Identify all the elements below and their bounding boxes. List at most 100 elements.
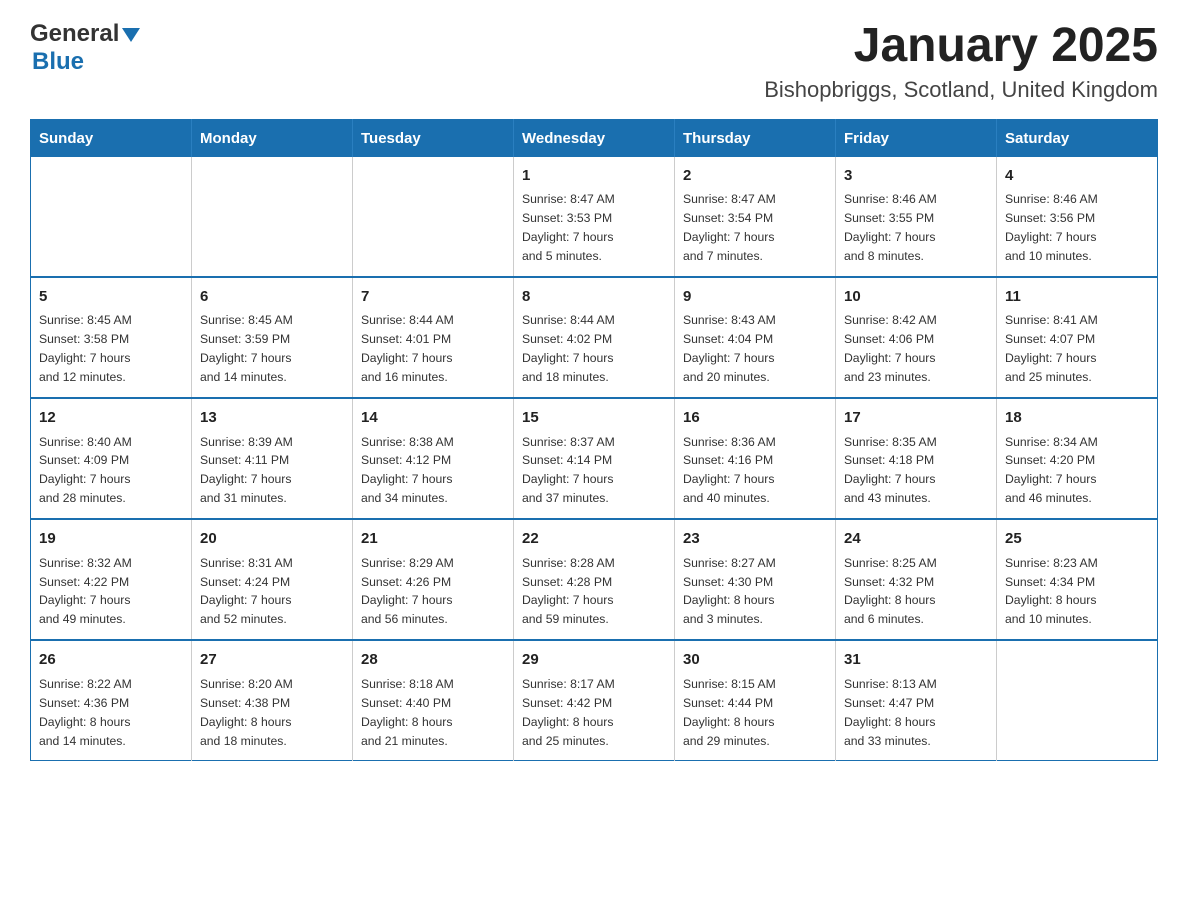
- day-info: Sunrise: 8:44 AM Sunset: 4:01 PM Dayligh…: [361, 311, 505, 387]
- day-info: Sunrise: 8:47 AM Sunset: 3:53 PM Dayligh…: [522, 190, 666, 266]
- day-number: 9: [683, 286, 827, 309]
- calendar-day-cell: 18 Sunrise: 8:34 AM Sunset: 4:20 PM Dayli…: [997, 398, 1158, 519]
- day-number: 31: [844, 649, 988, 672]
- page-subtitle: Bishopbriggs, Scotland, United Kingdom: [764, 77, 1158, 103]
- day-info: Sunrise: 8:20 AM Sunset: 4:38 PM Dayligh…: [200, 675, 344, 751]
- day-number: 20: [200, 528, 344, 551]
- calendar-day-cell: 4Sunrise: 8:46 AM Sunset: 3:56 PM Daylig…: [997, 157, 1158, 277]
- calendar-day-cell: 23 Sunrise: 8:27 AM Sunset: 4:30 PM Dayli…: [675, 519, 836, 640]
- day-info: Sunrise: 8:25 AM Sunset: 4:32 PM Dayligh…: [844, 554, 988, 630]
- day-number: 5: [39, 286, 183, 309]
- day-number: 25: [1005, 528, 1149, 551]
- calendar-day-cell: 7Sunrise: 8:44 AM Sunset: 4:01 PM Daylig…: [353, 277, 514, 398]
- calendar-day-cell: 15 Sunrise: 8:37 AM Sunset: 4:14 PM Dayli…: [514, 398, 675, 519]
- title-area: January 2025 Bishopbriggs, Scotland, Uni…: [764, 20, 1158, 103]
- day-info: Sunrise: 8:29 AM Sunset: 4:26 PM Dayligh…: [361, 554, 505, 630]
- day-number: 10: [844, 286, 988, 309]
- calendar-day-cell: 22Sunrise: 8:28 AM Sunset: 4:28 PM Dayli…: [514, 519, 675, 640]
- calendar-day-cell: 27 Sunrise: 8:20 AM Sunset: 4:38 PM Dayli…: [192, 640, 353, 761]
- calendar-day-cell: 9Sunrise: 8:43 AM Sunset: 4:04 PM Daylig…: [675, 277, 836, 398]
- calendar-day-cell: 21Sunrise: 8:29 AM Sunset: 4:26 PM Dayli…: [353, 519, 514, 640]
- calendar-day-cell: 6Sunrise: 8:45 AM Sunset: 3:59 PM Daylig…: [192, 277, 353, 398]
- day-info: Sunrise: 8:27 AM Sunset: 4:30 PM Dayligh…: [683, 554, 827, 630]
- day-number: 30: [683, 649, 827, 672]
- day-number: 13: [200, 407, 344, 430]
- day-number: 28: [361, 649, 505, 672]
- calendar-day-cell: 12 Sunrise: 8:40 AM Sunset: 4:09 PM Dayli…: [31, 398, 192, 519]
- calendar-day-cell: 30 Sunrise: 8:15 AM Sunset: 4:44 PM Dayli…: [675, 640, 836, 761]
- day-number: 14: [361, 407, 505, 430]
- calendar-header: SundayMondayTuesdayWednesdayThursdayFrid…: [31, 119, 1158, 157]
- calendar-day-cell: 25 Sunrise: 8:23 AM Sunset: 4:34 PM Dayli…: [997, 519, 1158, 640]
- day-number: 18: [1005, 407, 1149, 430]
- calendar-day-cell: 20 Sunrise: 8:31 AM Sunset: 4:24 PM Dayli…: [192, 519, 353, 640]
- logo-triangle-icon: [122, 28, 140, 42]
- calendar-day-cell: 5Sunrise: 8:45 AM Sunset: 3:58 PM Daylig…: [31, 277, 192, 398]
- calendar-week-row: 1Sunrise: 8:47 AM Sunset: 3:53 PM Daylig…: [31, 157, 1158, 277]
- calendar-day-cell: 26 Sunrise: 8:22 AM Sunset: 4:36 PM Dayli…: [31, 640, 192, 761]
- calendar-day-cell: 1Sunrise: 8:47 AM Sunset: 3:53 PM Daylig…: [514, 157, 675, 277]
- day-info: Sunrise: 8:40 AM Sunset: 4:09 PM Dayligh…: [39, 433, 183, 509]
- day-info: Sunrise: 8:45 AM Sunset: 3:58 PM Dayligh…: [39, 311, 183, 387]
- calendar-table: SundayMondayTuesdayWednesdayThursdayFrid…: [30, 119, 1158, 762]
- day-number: 3: [844, 165, 988, 188]
- calendar-day-cell: 10Sunrise: 8:42 AM Sunset: 4:06 PM Dayli…: [836, 277, 997, 398]
- header: General Blue January 2025 Bishopbriggs, …: [30, 20, 1158, 103]
- day-info: Sunrise: 8:39 AM Sunset: 4:11 PM Dayligh…: [200, 433, 344, 509]
- calendar-day-cell: [192, 157, 353, 277]
- day-info: Sunrise: 8:37 AM Sunset: 4:14 PM Dayligh…: [522, 433, 666, 509]
- day-number: 29: [522, 649, 666, 672]
- logo: General Blue: [30, 20, 140, 76]
- calendar-day-cell: 13 Sunrise: 8:39 AM Sunset: 4:11 PM Dayli…: [192, 398, 353, 519]
- day-info: Sunrise: 8:32 AM Sunset: 4:22 PM Dayligh…: [39, 554, 183, 630]
- day-info: Sunrise: 8:22 AM Sunset: 4:36 PM Dayligh…: [39, 675, 183, 751]
- day-number: 19: [39, 528, 183, 551]
- day-number: 4: [1005, 165, 1149, 188]
- day-of-week-header: Monday: [192, 119, 353, 157]
- day-info: Sunrise: 8:38 AM Sunset: 4:12 PM Dayligh…: [361, 433, 505, 509]
- calendar-day-cell: [997, 640, 1158, 761]
- day-info: Sunrise: 8:41 AM Sunset: 4:07 PM Dayligh…: [1005, 311, 1149, 387]
- day-info: Sunrise: 8:45 AM Sunset: 3:59 PM Dayligh…: [200, 311, 344, 387]
- day-number: 15: [522, 407, 666, 430]
- day-number: 22: [522, 528, 666, 551]
- calendar-day-cell: 16 Sunrise: 8:36 AM Sunset: 4:16 PM Dayli…: [675, 398, 836, 519]
- day-of-week-header: Saturday: [997, 119, 1158, 157]
- day-number: 16: [683, 407, 827, 430]
- day-info: Sunrise: 8:23 AM Sunset: 4:34 PM Dayligh…: [1005, 554, 1149, 630]
- calendar-body: 1Sunrise: 8:47 AM Sunset: 3:53 PM Daylig…: [31, 157, 1158, 761]
- day-info: Sunrise: 8:13 AM Sunset: 4:47 PM Dayligh…: [844, 675, 988, 751]
- day-of-week-header: Friday: [836, 119, 997, 157]
- day-header-row: SundayMondayTuesdayWednesdayThursdayFrid…: [31, 119, 1158, 157]
- day-number: 12: [39, 407, 183, 430]
- day-number: 7: [361, 286, 505, 309]
- calendar-day-cell: [31, 157, 192, 277]
- day-number: 6: [200, 286, 344, 309]
- day-info: Sunrise: 8:42 AM Sunset: 4:06 PM Dayligh…: [844, 311, 988, 387]
- calendar-week-row: 26 Sunrise: 8:22 AM Sunset: 4:36 PM Dayli…: [31, 640, 1158, 761]
- day-of-week-header: Sunday: [31, 119, 192, 157]
- day-info: Sunrise: 8:35 AM Sunset: 4:18 PM Dayligh…: [844, 433, 988, 509]
- day-info: Sunrise: 8:34 AM Sunset: 4:20 PM Dayligh…: [1005, 433, 1149, 509]
- day-info: Sunrise: 8:36 AM Sunset: 4:16 PM Dayligh…: [683, 433, 827, 509]
- day-of-week-header: Wednesday: [514, 119, 675, 157]
- calendar-week-row: 5Sunrise: 8:45 AM Sunset: 3:58 PM Daylig…: [31, 277, 1158, 398]
- logo-general-text: General: [30, 20, 119, 48]
- day-info: Sunrise: 8:31 AM Sunset: 4:24 PM Dayligh…: [200, 554, 344, 630]
- day-number: 2: [683, 165, 827, 188]
- day-info: Sunrise: 8:15 AM Sunset: 4:44 PM Dayligh…: [683, 675, 827, 751]
- day-number: 24: [844, 528, 988, 551]
- day-number: 27: [200, 649, 344, 672]
- day-number: 23: [683, 528, 827, 551]
- calendar-day-cell: 14 Sunrise: 8:38 AM Sunset: 4:12 PM Dayli…: [353, 398, 514, 519]
- day-number: 1: [522, 165, 666, 188]
- day-of-week-header: Thursday: [675, 119, 836, 157]
- calendar-day-cell: 3Sunrise: 8:46 AM Sunset: 3:55 PM Daylig…: [836, 157, 997, 277]
- calendar-day-cell: 31 Sunrise: 8:13 AM Sunset: 4:47 PM Dayli…: [836, 640, 997, 761]
- calendar-day-cell: 29Sunrise: 8:17 AM Sunset: 4:42 PM Dayli…: [514, 640, 675, 761]
- calendar-week-row: 12 Sunrise: 8:40 AM Sunset: 4:09 PM Dayli…: [31, 398, 1158, 519]
- day-number: 17: [844, 407, 988, 430]
- day-info: Sunrise: 8:43 AM Sunset: 4:04 PM Dayligh…: [683, 311, 827, 387]
- day-number: 8: [522, 286, 666, 309]
- day-number: 26: [39, 649, 183, 672]
